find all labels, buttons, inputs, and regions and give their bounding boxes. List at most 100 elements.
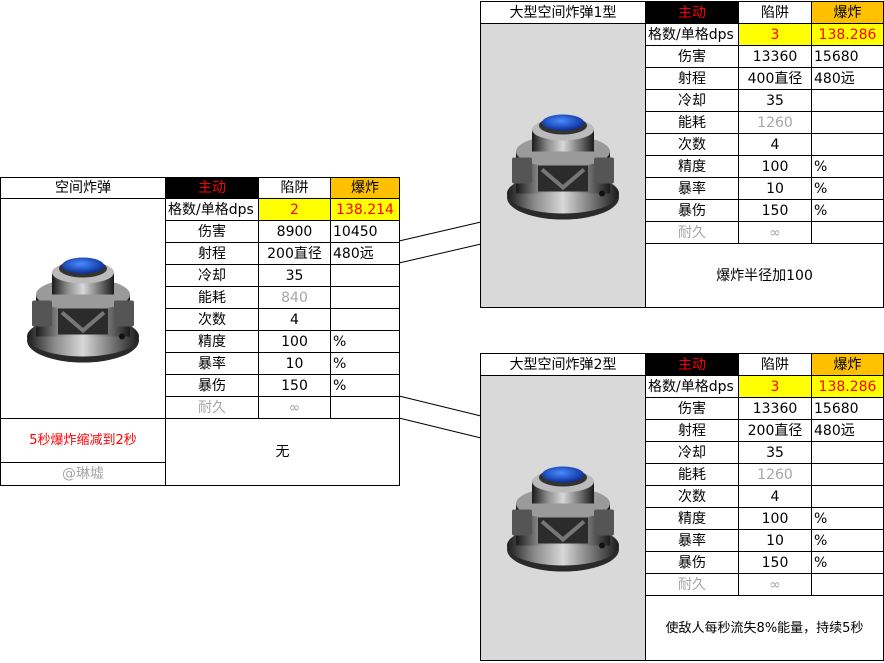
stat-trap-value: 200直径 bbox=[259, 243, 331, 265]
stat-trap-value: ∞ bbox=[739, 574, 812, 596]
stat-trap-value: 200直径 bbox=[739, 420, 812, 442]
mode-active-header: 主动 bbox=[646, 354, 739, 376]
grid-count: 2 bbox=[259, 199, 331, 221]
stat-burst-value: 15680 bbox=[812, 398, 884, 420]
mode-trap-header: 陷阱 bbox=[739, 2, 812, 24]
stat-burst-value bbox=[331, 309, 400, 331]
space-bomb-image bbox=[507, 466, 619, 572]
stat-label: 射程 bbox=[646, 420, 739, 442]
stat-burst-value bbox=[331, 397, 400, 419]
stat-label: 暴率 bbox=[166, 353, 259, 375]
stat-burst-value: % bbox=[812, 530, 884, 552]
stat-label: 能耗 bbox=[646, 112, 739, 134]
stat-burst-value: % bbox=[812, 508, 884, 530]
stat-label: 精度 bbox=[646, 508, 739, 530]
effect-note: 5秒爆炸缩减到2秒 bbox=[1, 419, 166, 463]
stat-label: 暴伤 bbox=[646, 552, 739, 574]
stat-trap-value: 150 bbox=[739, 200, 812, 222]
mode-burst-header: 爆炸 bbox=[812, 354, 884, 376]
stat-trap-value: 10 bbox=[739, 178, 812, 200]
stat-trap-value: 10 bbox=[739, 530, 812, 552]
stat-trap-value: 400直径 bbox=[739, 68, 812, 90]
mode-trap-header: 陷阱 bbox=[739, 354, 812, 376]
stat-trap-value: 13360 bbox=[739, 46, 812, 68]
stat-label: 能耗 bbox=[166, 287, 259, 309]
stat-trap-value: 840 bbox=[259, 287, 331, 309]
stat-burst-value bbox=[812, 222, 884, 244]
stat-trap-value: 4 bbox=[739, 134, 812, 156]
stat-trap-value: 150 bbox=[739, 552, 812, 574]
author-credit: @琳墟 bbox=[1, 463, 166, 486]
stat-burst-value bbox=[812, 442, 884, 464]
stat-burst-value: 15680 bbox=[812, 46, 884, 68]
stat-burst-value bbox=[812, 464, 884, 486]
stat-label: 暴率 bbox=[646, 530, 739, 552]
stat-label: 耐久 bbox=[646, 574, 739, 596]
connector-line bbox=[398, 243, 482, 264]
connector-line bbox=[398, 395, 482, 417]
stat-label: 暴率 bbox=[646, 178, 739, 200]
stat-label: 射程 bbox=[166, 243, 259, 265]
grid-count: 3 bbox=[739, 24, 812, 46]
space-bomb-image bbox=[507, 114, 619, 219]
mode-burst-header: 爆炸 bbox=[331, 178, 400, 199]
stat-trap-value: 8900 bbox=[259, 221, 331, 243]
stat-label: 冷却 bbox=[646, 442, 739, 464]
stat-burst-value: % bbox=[331, 375, 400, 397]
mode-burst-header: 爆炸 bbox=[812, 2, 884, 24]
stat-burst-value: % bbox=[812, 156, 884, 178]
item-image-cell bbox=[481, 376, 646, 661]
stat-trap-value: 35 bbox=[259, 265, 331, 287]
grid-count: 3 bbox=[739, 376, 812, 398]
stat-trap-value: 10 bbox=[259, 353, 331, 375]
item-name: 大型空间炸弹1型 bbox=[481, 2, 646, 24]
stat-burst-value: % bbox=[812, 178, 884, 200]
stat-burst-value bbox=[812, 486, 884, 508]
stat-burst-value bbox=[331, 265, 400, 287]
dps-value: 138.214 bbox=[331, 199, 400, 221]
stat-burst-value bbox=[812, 574, 884, 596]
card-large-space-bomb-2: 大型空间炸弹2型 主动 陷阱 爆炸 格数/单格dps 3 138.286 使敌人… bbox=[480, 353, 884, 661]
stat-label: 冷却 bbox=[166, 265, 259, 287]
space-bomb-image bbox=[27, 257, 139, 362]
stat-label: 暴伤 bbox=[166, 375, 259, 397]
stat-burst-value: 10450 bbox=[331, 221, 400, 243]
space-bomb-picture bbox=[498, 99, 628, 232]
stat-label: 伤害 bbox=[646, 398, 739, 420]
stat-trap-value: ∞ bbox=[259, 397, 331, 419]
stat-burst-value bbox=[331, 287, 400, 309]
stat-trap-value: 35 bbox=[739, 442, 812, 464]
mode-active-header: 主动 bbox=[166, 178, 259, 199]
stat-label: 耐久 bbox=[646, 222, 739, 244]
stat-label: 次数 bbox=[646, 486, 739, 508]
stat-label: 伤害 bbox=[646, 46, 739, 68]
mode-trap-header: 陷阱 bbox=[259, 178, 331, 199]
mode-active-header: 主动 bbox=[646, 2, 739, 24]
dps-value: 138.286 bbox=[812, 376, 884, 398]
stat-burst-value bbox=[812, 134, 884, 156]
card-space-bomb: 空间炸弹 主动 陷阱 爆炸 格数/单格dps 2 138.214 5秒爆炸缩减到… bbox=[0, 177, 400, 486]
stat-label: 次数 bbox=[166, 309, 259, 331]
stat-trap-value: 35 bbox=[739, 90, 812, 112]
stat-label: 耐久 bbox=[166, 397, 259, 419]
dps-value: 138.286 bbox=[812, 24, 884, 46]
space-bomb-picture bbox=[18, 242, 148, 375]
item-name: 空间炸弹 bbox=[1, 178, 166, 199]
stat-burst-value: % bbox=[331, 331, 400, 353]
dps-label: 格数/单格dps bbox=[166, 199, 259, 221]
dps-label: 格数/单格dps bbox=[646, 376, 739, 398]
item-image-cell bbox=[481, 24, 646, 308]
stat-trap-value: ∞ bbox=[739, 222, 812, 244]
stat-label: 冷却 bbox=[646, 90, 739, 112]
space-bomb-picture bbox=[498, 452, 628, 585]
stat-label: 暴伤 bbox=[646, 200, 739, 222]
stat-burst-value: % bbox=[812, 552, 884, 574]
stat-trap-value: 4 bbox=[739, 486, 812, 508]
item-name: 大型空间炸弹2型 bbox=[481, 354, 646, 376]
stat-trap-value: 100 bbox=[739, 508, 812, 530]
upgrade-note: 爆炸半径加100 bbox=[646, 244, 884, 308]
stat-label: 次数 bbox=[646, 134, 739, 156]
stat-burst-value: 480远 bbox=[812, 420, 884, 442]
dps-label: 格数/单格dps bbox=[646, 24, 739, 46]
stat-trap-value: 13360 bbox=[739, 398, 812, 420]
